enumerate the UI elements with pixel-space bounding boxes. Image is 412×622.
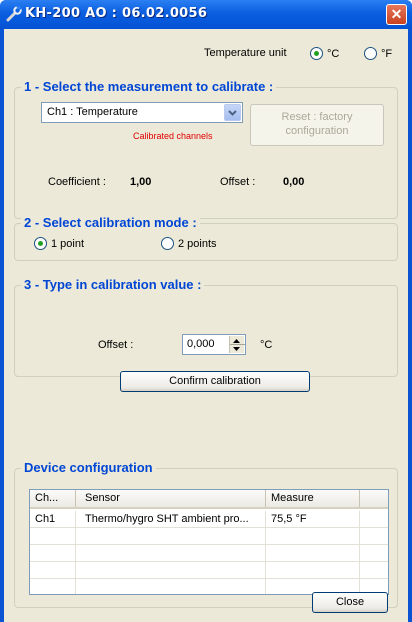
confirm-calibration-button[interactable]: Confirm calibration [120, 371, 310, 392]
device-config-title: Device configuration [21, 460, 156, 475]
mode-1-point-label: 1 point [51, 237, 85, 250]
cell-empty [30, 528, 76, 545]
dialog-body: Temperature unit °C °F 1 - Select the me… [4, 29, 408, 622]
mode-2-points-label: 2 points [178, 237, 217, 250]
device-config-table[interactable]: Ch... Sensor Measure Ch1 Thermo/hygro SH… [29, 489, 389, 595]
spin-up-icon[interactable] [233, 339, 240, 343]
table-row[interactable]: Ch1 Thermo/hygro SHT ambient pro... 75,5… [30, 511, 388, 528]
mode-2-points-radio[interactable]: 2 points [161, 237, 217, 250]
window-close-button[interactable]: ✕ [386, 4, 407, 25]
cell-empty [266, 545, 360, 562]
unit-fahrenheit-label: °F [381, 47, 393, 60]
unit-celsius-radio[interactable]: °C [310, 47, 339, 60]
cell-empty [30, 562, 76, 579]
calibration-unit-label: °C [260, 339, 273, 351]
column-header-filler [360, 490, 388, 507]
mode-1-point-radio[interactable]: 1 point [34, 237, 84, 250]
temperature-unit-label: Temperature unit [204, 47, 287, 59]
table-row-empty [30, 562, 388, 579]
spin-down-icon[interactable] [233, 347, 240, 351]
wrench-icon [6, 6, 22, 22]
calibration-offset-label: Offset : [98, 339, 134, 351]
offset-label: Offset : [220, 176, 256, 188]
column-header-measure[interactable]: Measure [266, 490, 360, 507]
reset-factory-label: Reset : factory configuration [281, 111, 353, 137]
reset-factory-button[interactable]: Reset : factory configuration [250, 104, 384, 146]
close-icon: ✕ [390, 6, 403, 22]
column-header-sensor[interactable]: Sensor [76, 490, 266, 507]
calibration-offset-input[interactable]: 0,000 [182, 334, 246, 355]
title-bar: KH-200 AO : 06.02.0056 ✕ [0, 0, 412, 29]
table-header: Ch... Sensor Measure [30, 490, 388, 509]
coefficient-label: Coefficient : [48, 176, 106, 188]
radio-selected-icon [34, 237, 47, 250]
channel-select[interactable]: Ch1 : Temperature [41, 102, 243, 123]
coefficient-value: 1,00 [130, 176, 152, 188]
radio-unselected-icon [364, 47, 377, 60]
cell-empty [30, 545, 76, 562]
cell-empty [76, 528, 266, 545]
app-window: KH-200 AO : 06.02.0056 ✕ Temperature uni… [0, 0, 412, 622]
window-title: KH-200 AO : 06.02.0056 [25, 6, 208, 21]
cell-sensor: Thermo/hygro SHT ambient pro... [76, 511, 266, 528]
spin-divider [230, 344, 245, 345]
cell-measure: 75,5 °F [266, 511, 360, 528]
close-button[interactable]: Close [312, 592, 388, 613]
calibration-value-group: 3 - Type in calibration value : [14, 277, 398, 377]
table-row-empty [30, 545, 388, 562]
cell-empty [76, 545, 266, 562]
calibration-value-title: 3 - Type in calibration value : [21, 277, 205, 292]
offset-spinner[interactable] [229, 336, 245, 353]
cell-channel: Ch1 [30, 511, 76, 528]
cell-empty [30, 579, 76, 594]
unit-fahrenheit-radio[interactable]: °F [364, 47, 392, 60]
calibrated-channels-note: Calibrated channels [133, 131, 213, 141]
cell-empty [76, 562, 266, 579]
confirm-calibration-label: Confirm calibration [169, 375, 261, 387]
chevron-down-icon [228, 110, 237, 116]
cell-empty [266, 562, 360, 579]
radio-selected-icon [310, 47, 323, 60]
table-row-empty [30, 528, 388, 545]
radio-unselected-icon [161, 237, 174, 250]
calibration-mode-title: 2 - Select calibration mode : [21, 215, 200, 230]
cell-filler [360, 511, 388, 528]
cell-empty [266, 528, 360, 545]
close-button-label: Close [335, 596, 365, 608]
temperature-unit-row: Temperature unit °C °F [4, 47, 408, 63]
unit-celsius-label: °C [327, 47, 340, 60]
calibration-offset-value: 0,000 [187, 338, 215, 350]
channel-select-value: Ch1 : Temperature [47, 106, 138, 118]
measurement-group-title: 1 - Select the measurement to calibrate … [21, 79, 277, 94]
cell-empty [76, 579, 266, 594]
offset-value: 0,00 [283, 176, 305, 188]
column-header-channel[interactable]: Ch... [30, 490, 76, 507]
channel-select-dropdown-button[interactable] [224, 104, 241, 121]
